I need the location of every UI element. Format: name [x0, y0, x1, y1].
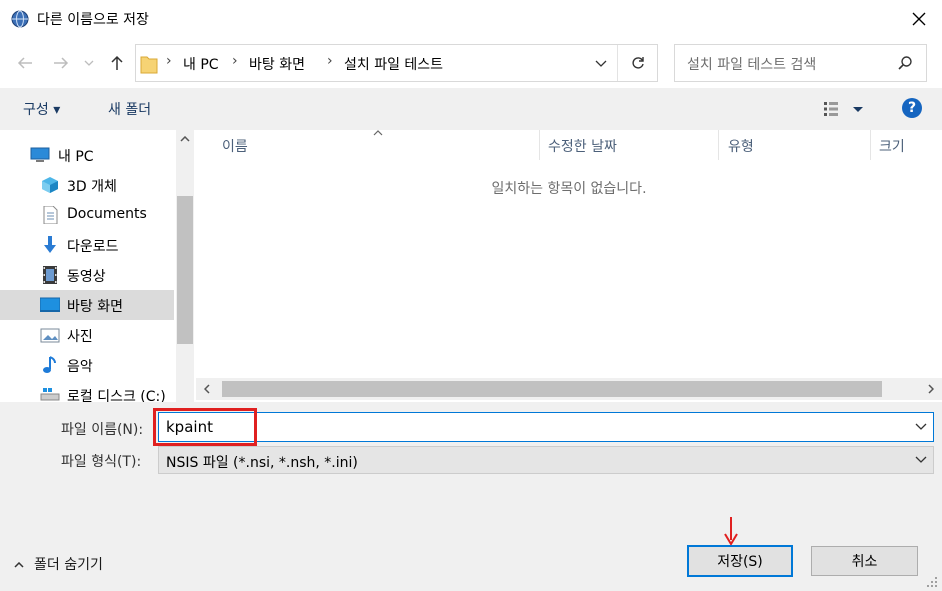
breadcrumb-separator: › [327, 53, 333, 69]
filename-label: 파일 이름(N): [61, 422, 144, 438]
picture-icon [40, 328, 60, 343]
chevron-down-icon [84, 60, 94, 66]
sidebar-item-documents[interactable]: Documents [0, 200, 174, 230]
scroll-up-icon [180, 136, 190, 142]
down-arrow-annotation [724, 517, 738, 546]
sidebar-item-downloads[interactable]: 다운로드 [0, 230, 174, 260]
forward-arrow-icon [54, 57, 69, 69]
sidebar-item-label: 3D 개체 [67, 179, 117, 195]
back-button[interactable] [12, 50, 38, 76]
search-box[interactable]: 설치 파일 테스트 검색 [674, 44, 927, 82]
title-bar: 다른 이름으로 저장 [0, 0, 942, 38]
sort-ascending-icon [373, 130, 383, 136]
document-icon [43, 206, 58, 224]
chevron-up-icon [14, 561, 24, 568]
folder-icon [140, 56, 158, 74]
new-folder-button[interactable]: 새 폴더 [108, 99, 151, 119]
horizontal-scrollbar[interactable] [196, 378, 942, 400]
filetype-select[interactable]: NSIS 파일 (*.nsi, *.nsh, *.ini) [158, 446, 934, 474]
navigation-scrollbar-thumb[interactable] [177, 196, 193, 344]
hide-folders-label: 폴더 숨기기 [34, 557, 103, 573]
organize-button[interactable]: 구성 ▾ [23, 99, 60, 119]
sidebar-item-this-pc[interactable]: 내 PC [0, 140, 174, 170]
cancel-button[interactable]: 취소 [811, 546, 918, 576]
forward-button[interactable] [48, 50, 74, 76]
recent-locations-button[interactable] [80, 50, 98, 76]
resize-grip-icon[interactable] [926, 576, 938, 588]
sidebar-item-videos[interactable]: 동영상 [0, 260, 174, 290]
browser-area: 내 PC 3D 개체 Documents 다운로드 동영상 바탕 화면 사진 음… [0, 130, 942, 402]
sidebar-item-label: 사진 [67, 329, 93, 345]
sidebar-item-label: 동영상 [67, 269, 106, 285]
breadcrumb-separator: › [166, 53, 172, 69]
sidebar-item-label: Documents [67, 206, 147, 222]
horizontal-scrollbar-thumb[interactable] [222, 381, 882, 397]
save-button[interactable]: 저장(S) [687, 545, 793, 577]
globe-icon [11, 10, 29, 28]
filetype-value: NSIS 파일 (*.nsi, *.nsh, *.ini) [166, 455, 358, 471]
up-arrow-icon [111, 55, 123, 70]
scroll-right-icon[interactable] [928, 384, 934, 394]
scroll-left-icon[interactable] [204, 384, 210, 394]
column-name[interactable]: 이름 [222, 136, 248, 156]
command-bar: 구성 ▾ 새 폴더 ? [0, 88, 942, 130]
empty-folder-message: 일치하는 항목이 없습니다. [491, 181, 647, 197]
column-header-row: 이름 수정한 날짜 유형 크기 [196, 130, 942, 160]
column-divider[interactable] [870, 130, 871, 160]
sidebar-item-label: 로컬 디스크 (C:) [67, 389, 166, 402]
cube-3d-icon [42, 177, 58, 193]
desktop-icon [40, 297, 60, 312]
help-button[interactable]: ? [902, 98, 922, 118]
breadcrumb-current-folder[interactable]: 설치 파일 테스트 [344, 54, 443, 74]
video-icon [43, 266, 57, 284]
sidebar-item-desktop[interactable]: 바탕 화면 [0, 290, 174, 320]
chevron-down-icon [595, 60, 607, 67]
filetype-label: 파일 형식(T): [61, 454, 142, 470]
navigation-pane: 내 PC 3D 개체 Documents 다운로드 동영상 바탕 화면 사진 음… [0, 130, 197, 402]
address-bar[interactable]: › 내 PC › 바탕 화면 › 설치 파일 테스트 [135, 44, 658, 82]
refresh-icon [632, 57, 644, 69]
address-dropdown-button[interactable] [586, 45, 616, 81]
close-icon [912, 12, 926, 26]
up-button[interactable] [104, 50, 130, 76]
chevron-down-icon [915, 456, 927, 463]
column-size[interactable]: 크기 [879, 136, 905, 156]
column-divider[interactable] [539, 130, 540, 160]
sidebar-item-3d-objects[interactable]: 3D 개체 [0, 170, 174, 200]
search-icon[interactable] [897, 55, 913, 71]
close-button[interactable] [896, 0, 942, 38]
sidebar-item-label: 음악 [67, 359, 93, 375]
sidebar-item-music[interactable]: 음악 [0, 350, 174, 380]
search-placeholder: 설치 파일 테스트 검색 [687, 57, 817, 73]
back-arrow-icon [17, 57, 32, 69]
sidebar-item-label: 바탕 화면 [67, 299, 123, 315]
download-icon [44, 236, 56, 253]
pc-icon [30, 147, 50, 162]
column-type[interactable]: 유형 [728, 136, 754, 156]
sidebar-item-label: 다운로드 [67, 239, 119, 255]
window-title: 다른 이름으로 저장 [37, 12, 149, 28]
drive-icon [40, 388, 60, 401]
change-view-button[interactable] [822, 99, 867, 119]
breadcrumb-separator: › [232, 53, 238, 69]
music-icon [43, 356, 56, 373]
view-options-icon [824, 102, 863, 116]
refresh-button[interactable] [617, 45, 658, 81]
breadcrumb-desktop[interactable]: 바탕 화면 [249, 54, 305, 74]
chevron-down-icon[interactable] [915, 423, 927, 430]
filename-field[interactable]: kpaint [158, 412, 934, 442]
column-date-modified[interactable]: 수정한 날짜 [548, 136, 617, 156]
sidebar-item-pictures[interactable]: 사진 [0, 320, 174, 350]
sidebar-item-label: 내 PC [58, 149, 94, 165]
highlight-box-annotation [153, 408, 257, 446]
sidebar-item-local-disk[interactable]: 로컬 디스크 (C:) [0, 380, 174, 402]
hide-folders-toggle[interactable]: 폴더 숨기기 [14, 554, 103, 574]
column-divider[interactable] [718, 130, 719, 160]
breadcrumb-this-pc[interactable]: 내 PC [183, 54, 219, 74]
